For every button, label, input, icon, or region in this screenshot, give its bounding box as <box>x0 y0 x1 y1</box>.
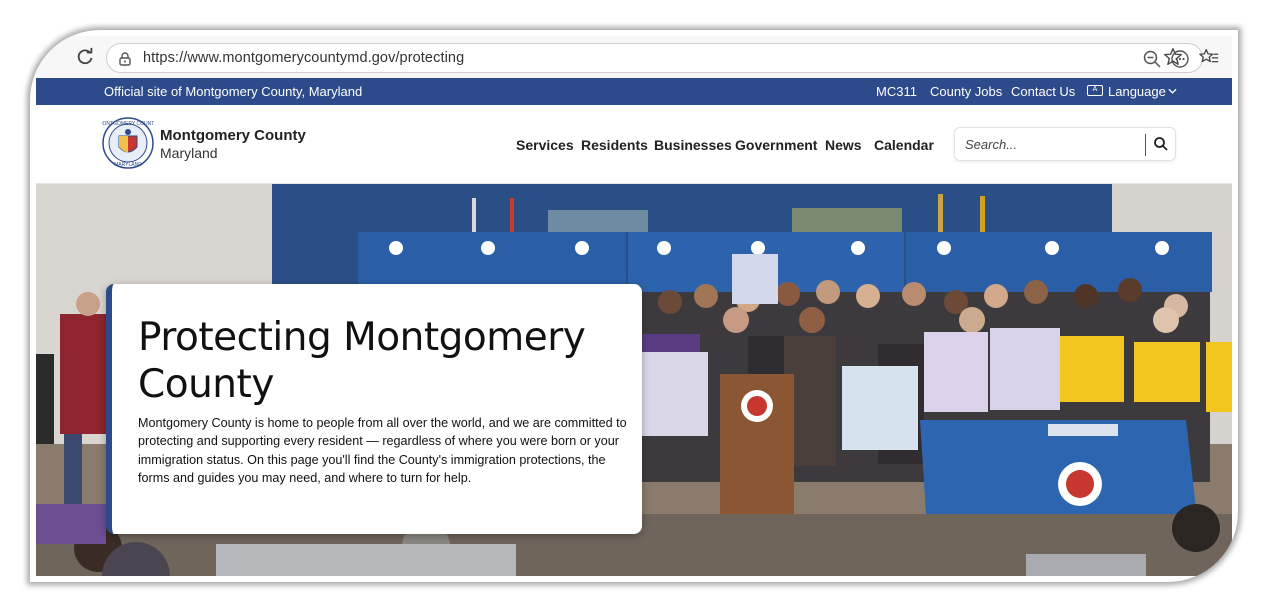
search-divider <box>1145 134 1146 156</box>
search-input[interactable]: Search... <box>965 137 1017 152</box>
chevron-down-icon[interactable] <box>1168 88 1177 95</box>
address-bar[interactable]: https://www.montgomerycountymd.gov/prote… <box>106 43 1203 73</box>
nav-businesses[interactable]: Businesses <box>654 137 732 153</box>
svg-text:MARYLAND: MARYLAND <box>114 162 142 168</box>
favorites-list-icon[interactable] <box>1198 46 1220 68</box>
nav-calendar[interactable]: Calendar <box>874 137 934 153</box>
nav-news[interactable]: News <box>825 137 862 153</box>
zoom-out-icon[interactable] <box>1142 49 1162 69</box>
county-seal-logo[interactable]: MONTGOMERY COUNTY MARYLAND <box>102 117 154 169</box>
screenshot-frame: https://www.montgomerycountymd.gov/prote… <box>30 30 1238 582</box>
hero-title: Protecting Montgomery County <box>138 315 586 407</box>
contact-us-link[interactable]: Contact Us <box>1011 84 1075 99</box>
hero-section: Protecting Montgomery County Montgomery … <box>36 184 1232 576</box>
search-box[interactable]: Search... <box>954 127 1176 161</box>
url-text[interactable]: https://www.montgomerycountymd.gov/prote… <box>143 50 464 66</box>
brand-name[interactable]: Montgomery County <box>160 127 306 144</box>
lock-icon[interactable] <box>117 51 133 67</box>
official-site-text: Official site of Montgomery County, Mary… <box>104 84 363 99</box>
county-jobs-link[interactable]: County Jobs <box>930 84 1002 99</box>
browser-toolbar: https://www.montgomerycountymd.gov/prote… <box>36 36 1232 78</box>
mc311-link[interactable]: MC311 <box>876 84 917 99</box>
browser-window: https://www.montgomerycountymd.gov/prote… <box>36 36 1232 576</box>
nav-government[interactable]: Government <box>735 137 817 153</box>
brand-subtitle: Maryland <box>160 145 218 161</box>
nav-residents[interactable]: Residents <box>581 137 648 153</box>
nav-services[interactable]: Services <box>516 137 574 153</box>
hero-card: Protecting Montgomery County Montgomery … <box>106 284 642 534</box>
utility-bar: Official site of Montgomery County, Mary… <box>36 78 1232 105</box>
reload-icon[interactable] <box>74 46 96 68</box>
favorite-star-icon[interactable] <box>1162 46 1184 68</box>
hero-description: Montgomery County is home to people from… <box>138 416 627 485</box>
language-selector[interactable]: Language <box>1108 84 1166 99</box>
search-icon[interactable] <box>1153 136 1169 152</box>
svg-text:MONTGOMERY COUNTY: MONTGOMERY COUNTY <box>102 121 154 127</box>
language-icon[interactable]: A <box>1087 85 1103 96</box>
site-header: MONTGOMERY COUNTY MARYLAND Montgomery Co… <box>36 105 1232 184</box>
